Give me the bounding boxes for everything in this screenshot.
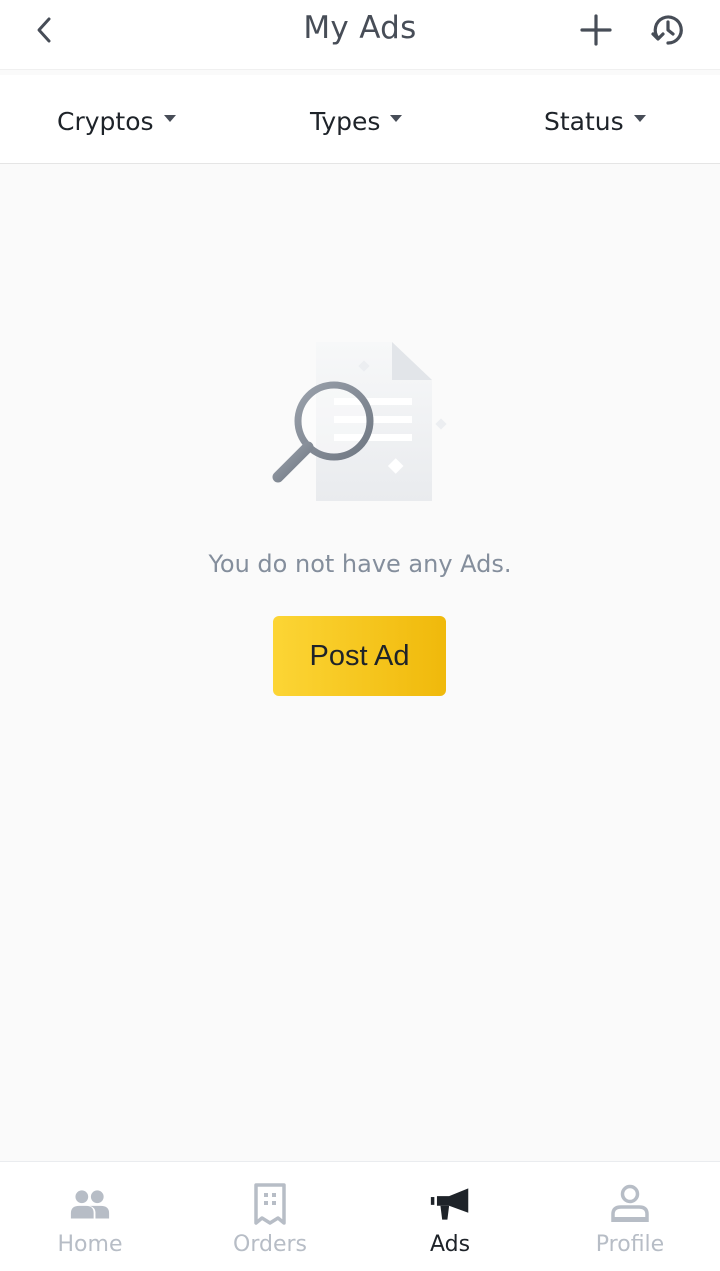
nav-label: Profile: [595, 1232, 665, 1257]
nav-item-orders[interactable]: Orders: [180, 1162, 360, 1271]
caret-down-icon: [390, 114, 403, 122]
empty-state-illustration: [264, 336, 454, 506]
empty-state-message: You do not have any Ads.: [208, 550, 512, 578]
filter-bar: Cryptos Types Status: [0, 75, 720, 164]
nav-item-profile[interactable]: Profile: [540, 1162, 720, 1271]
plus-icon: [580, 14, 612, 46]
history-button[interactable]: [646, 8, 690, 52]
nav-label: Orders: [233, 1232, 307, 1257]
caret-down-icon: [163, 114, 176, 122]
add-ad-button[interactable]: [574, 8, 618, 52]
nav-label: Ads: [429, 1232, 471, 1257]
post-ad-button[interactable]: Post Ad: [273, 616, 446, 696]
top-app-bar: My Ads: [0, 0, 720, 70]
filter-label: Status: [544, 106, 624, 136]
bottom-navigation: Home Orders Ads Profile: [0, 1161, 720, 1271]
filter-label: Types: [310, 106, 381, 136]
filter-label: Cryptos: [57, 106, 154, 136]
filter-cryptos[interactable]: Cryptos: [57, 101, 176, 141]
nav-label: Home: [57, 1232, 123, 1257]
receipt-icon: [250, 1183, 290, 1225]
caret-down-icon: [633, 114, 646, 122]
megaphone-icon: [430, 1184, 470, 1224]
history-icon: [651, 15, 683, 45]
nav-item-home[interactable]: Home: [0, 1162, 180, 1271]
document-search-icon: [272, 342, 447, 501]
filter-types[interactable]: Types: [310, 101, 403, 141]
nav-item-ads[interactable]: Ads: [360, 1162, 540, 1271]
filter-status[interactable]: Status: [544, 101, 646, 141]
users-icon: [70, 1184, 110, 1224]
profile-icon: [610, 1184, 650, 1224]
